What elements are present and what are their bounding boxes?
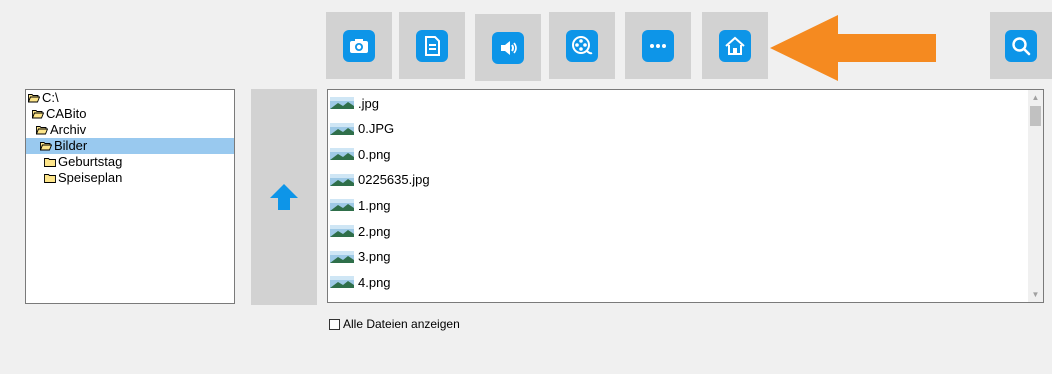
image-thumbnail-icon	[330, 225, 354, 237]
home-icon	[719, 29, 751, 62]
tree-item-label: Geburtstag	[58, 154, 123, 169]
folder-tree[interactable]: C:\ CABito Archiv Bilder Geburtstag Speisepla…	[25, 89, 235, 304]
file-item[interactable]: 3.png	[330, 247, 391, 267]
file-name: 0225635.jpg	[358, 172, 430, 188]
tree-item-label: Archiv	[50, 122, 87, 137]
scroll-up-icon[interactable]: ▲	[1028, 90, 1043, 105]
search-button[interactable]	[990, 12, 1052, 79]
ellipsis-icon	[642, 29, 674, 62]
tree-item[interactable]: C:\	[26, 90, 234, 106]
file-name: 2.png	[358, 223, 391, 239]
up-button[interactable]	[251, 89, 317, 305]
file-item[interactable]: 2.png	[330, 221, 391, 241]
document-button[interactable]	[399, 12, 465, 79]
image-thumbnail-icon	[330, 97, 354, 109]
arrow-up-icon	[270, 184, 298, 210]
file-item[interactable]: 0.png	[330, 144, 391, 164]
image-thumbnail-icon	[330, 199, 354, 212]
document-icon	[416, 29, 448, 62]
tree-item[interactable]: Bilder	[26, 138, 234, 154]
scroll-down-icon[interactable]: ▼	[1028, 287, 1043, 302]
folder-open-icon	[28, 93, 40, 103]
file-item[interactable]: 4.png	[330, 272, 391, 292]
file-name: 4.png	[358, 274, 391, 290]
camera-icon	[343, 29, 375, 62]
home-button[interactable]	[702, 12, 768, 79]
file-item[interactable]: .jpg	[330, 93, 379, 113]
file-name: 1.png	[358, 197, 391, 213]
audio-button[interactable]	[475, 14, 541, 81]
video-button[interactable]	[549, 12, 615, 79]
folder-open-icon	[36, 125, 48, 135]
film-reel-icon	[566, 29, 598, 62]
tree-item[interactable]: Speiseplan	[26, 170, 234, 186]
file-item[interactable]: 0225635.jpg	[330, 170, 430, 190]
file-name: 0.JPG	[358, 121, 395, 137]
scroll-thumb[interactable]	[1030, 106, 1041, 126]
tree-item[interactable]: Archiv	[26, 122, 234, 138]
show-all-files-checkbox[interactable]	[329, 318, 340, 330]
speaker-icon	[492, 31, 524, 64]
search-icon	[1005, 29, 1037, 62]
more-button[interactable]	[625, 12, 691, 79]
folder-open-icon	[40, 141, 52, 151]
file-name: 0.png	[358, 146, 391, 162]
annotation-arrow	[770, 15, 936, 81]
file-list[interactable]: .jpg 0.JPG 0.png 0225635.jpg 1.png 2.png 3.png…	[327, 89, 1044, 303]
tree-item-label: C:\	[42, 90, 59, 105]
image-thumbnail-icon	[330, 276, 354, 289]
image-thumbnail-icon	[330, 122, 354, 135]
tree-item-label: CABito	[46, 106, 87, 121]
file-item[interactable]: 5.png	[330, 298, 391, 302]
folder-open-icon	[32, 109, 44, 119]
file-name: 5.png	[358, 300, 391, 302]
file-list-scrollbar[interactable]: ▲ ▼	[1028, 90, 1043, 302]
image-thumbnail-icon	[330, 148, 354, 161]
image-thumbnail-icon	[330, 173, 354, 186]
show-all-files-option[interactable]: Alle Dateien anzeigen	[329, 317, 460, 331]
file-item[interactable]: 0.JPG	[330, 119, 394, 139]
camera-button[interactable]	[326, 12, 392, 79]
file-name: .jpg	[358, 95, 379, 111]
image-thumbnail-icon	[330, 250, 354, 263]
file-name: 3.png	[358, 249, 391, 265]
file-item[interactable]: 1.png	[330, 195, 391, 215]
show-all-files-label: Alle Dateien anzeigen	[343, 317, 460, 331]
tree-item[interactable]: Geburtstag	[26, 154, 234, 170]
image-thumbnail-icon	[330, 301, 354, 302]
tree-item-label: Bilder	[54, 138, 88, 153]
tree-item[interactable]: CABito	[26, 106, 234, 122]
folder-icon	[44, 173, 56, 183]
tree-item-label: Speiseplan	[58, 170, 123, 185]
folder-icon	[44, 157, 56, 167]
